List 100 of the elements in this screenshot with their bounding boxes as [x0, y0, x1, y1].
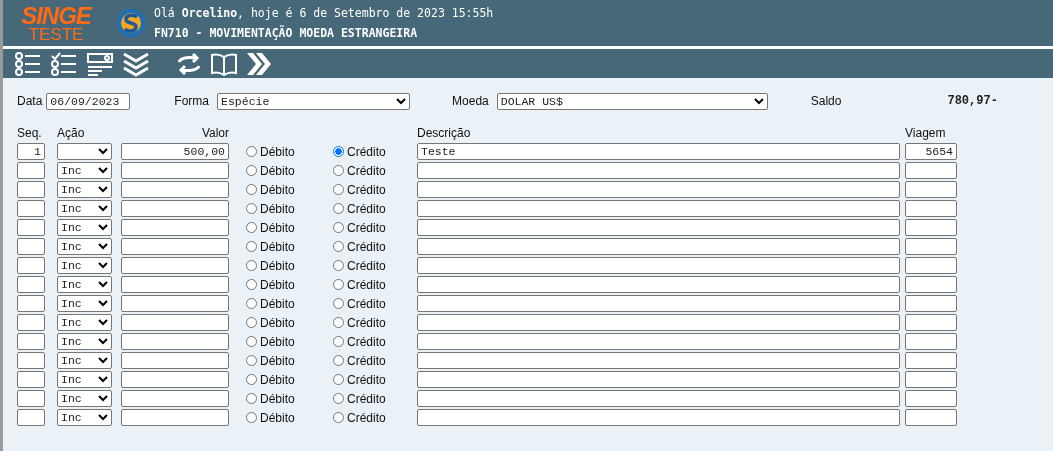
debit-radio[interactable]: Débito: [246, 162, 295, 179]
debit-radio[interactable]: Débito: [246, 390, 295, 407]
credit-radio[interactable]: Crédito: [333, 200, 386, 217]
action-select[interactable]: Inc: [57, 295, 112, 312]
debit-radio[interactable]: Débito: [246, 276, 295, 293]
forma-select[interactable]: Espécie: [217, 92, 411, 110]
action-select[interactable]: Inc: [57, 333, 112, 350]
debit-radio[interactable]: Débito: [246, 257, 295, 274]
seq-field[interactable]: [17, 162, 45, 179]
value-field[interactable]: [121, 238, 229, 255]
description-field[interactable]: [417, 181, 900, 198]
credit-radio[interactable]: Crédito: [333, 352, 386, 369]
action-select[interactable]: Inc: [57, 314, 112, 331]
description-field[interactable]: [417, 257, 900, 274]
value-field[interactable]: [121, 333, 229, 350]
description-field[interactable]: [417, 409, 900, 426]
debit-radio[interactable]: Débito: [246, 200, 295, 217]
trip-field[interactable]: [905, 314, 957, 331]
debit-radio[interactable]: Débito: [246, 371, 295, 388]
credit-radio[interactable]: Crédito: [333, 143, 386, 160]
value-field[interactable]: [121, 371, 229, 388]
description-field[interactable]: [417, 352, 900, 369]
action-select[interactable]: Inc: [57, 162, 112, 179]
description-field[interactable]: [417, 333, 900, 350]
trip-field[interactable]: 5654: [905, 143, 957, 160]
description-field[interactable]: [417, 162, 900, 179]
credit-radio[interactable]: Crédito: [333, 181, 386, 198]
action-select[interactable]: [57, 143, 112, 160]
credit-radio[interactable]: Crédito: [333, 238, 386, 255]
credit-radio[interactable]: Crédito: [333, 295, 386, 312]
trip-field[interactable]: [905, 162, 957, 179]
debit-radio[interactable]: Débito: [246, 314, 295, 331]
checklist-icon[interactable]: [49, 50, 79, 77]
trip-field[interactable]: [905, 276, 957, 293]
action-select[interactable]: Inc: [57, 200, 112, 217]
trip-field[interactable]: [905, 238, 957, 255]
seq-field[interactable]: [17, 276, 45, 293]
value-field[interactable]: 500,00: [121, 143, 229, 160]
date-field[interactable]: 06/09/2023: [46, 92, 131, 110]
action-select[interactable]: Inc: [57, 409, 112, 426]
trip-field[interactable]: [905, 352, 957, 369]
credit-radio[interactable]: Crédito: [333, 257, 386, 274]
credit-radio[interactable]: Crédito: [333, 276, 386, 293]
action-select[interactable]: Inc: [57, 276, 112, 293]
trip-field[interactable]: [905, 257, 957, 274]
value-field[interactable]: [121, 181, 229, 198]
search-form-icon[interactable]: [85, 50, 115, 77]
seq-field[interactable]: [17, 314, 45, 331]
value-field[interactable]: [121, 257, 229, 274]
value-field[interactable]: [121, 162, 229, 179]
value-field[interactable]: [121, 276, 229, 293]
debit-radio[interactable]: Débito: [246, 295, 295, 312]
value-field[interactable]: [121, 219, 229, 236]
seq-field[interactable]: [17, 409, 45, 426]
debit-radio[interactable]: Débito: [246, 181, 295, 198]
refresh-icon[interactable]: [175, 50, 203, 77]
value-field[interactable]: [121, 200, 229, 217]
description-field[interactable]: [417, 371, 900, 388]
action-select[interactable]: Inc: [57, 181, 112, 198]
description-field[interactable]: [417, 219, 900, 236]
list-icon[interactable]: [13, 50, 43, 77]
seq-field[interactable]: [17, 219, 45, 236]
trip-field[interactable]: [905, 333, 957, 350]
trip-field[interactable]: [905, 181, 957, 198]
action-select[interactable]: Inc: [57, 371, 112, 388]
seq-field[interactable]: [17, 333, 45, 350]
seq-field[interactable]: [17, 352, 45, 369]
chevrons-down-icon[interactable]: [121, 50, 151, 77]
seq-field[interactable]: [17, 238, 45, 255]
value-field[interactable]: [121, 352, 229, 369]
debit-radio[interactable]: Débito: [246, 143, 295, 160]
debit-radio[interactable]: Débito: [246, 409, 295, 426]
action-select[interactable]: Inc: [57, 219, 112, 236]
debit-radio[interactable]: Débito: [246, 238, 295, 255]
debit-radio[interactable]: Débito: [246, 352, 295, 369]
trip-field[interactable]: [905, 219, 957, 236]
value-field[interactable]: [121, 314, 229, 331]
trip-field[interactable]: [905, 371, 957, 388]
description-field[interactable]: [417, 238, 900, 255]
credit-radio[interactable]: Crédito: [333, 314, 386, 331]
description-field[interactable]: [417, 390, 900, 407]
description-field[interactable]: [417, 295, 900, 312]
trip-field[interactable]: [905, 295, 957, 312]
double-chevron-right-icon[interactable]: [245, 50, 271, 77]
value-field[interactable]: [121, 295, 229, 312]
credit-radio[interactable]: Crédito: [333, 409, 386, 426]
credit-radio[interactable]: Crédito: [333, 162, 386, 179]
value-field[interactable]: [121, 409, 229, 426]
trip-field[interactable]: [905, 409, 957, 426]
description-field[interactable]: [417, 200, 900, 217]
seq-field[interactable]: 1: [17, 143, 45, 160]
debit-radio[interactable]: Débito: [246, 333, 295, 350]
debit-radio[interactable]: Débito: [246, 219, 295, 236]
action-select[interactable]: Inc: [57, 352, 112, 369]
description-field[interactable]: Teste: [417, 143, 900, 160]
description-field[interactable]: [417, 276, 900, 293]
trip-field[interactable]: [905, 390, 957, 407]
credit-radio[interactable]: Crédito: [333, 333, 386, 350]
credit-radio[interactable]: Crédito: [333, 371, 386, 388]
trip-field[interactable]: [905, 200, 957, 217]
